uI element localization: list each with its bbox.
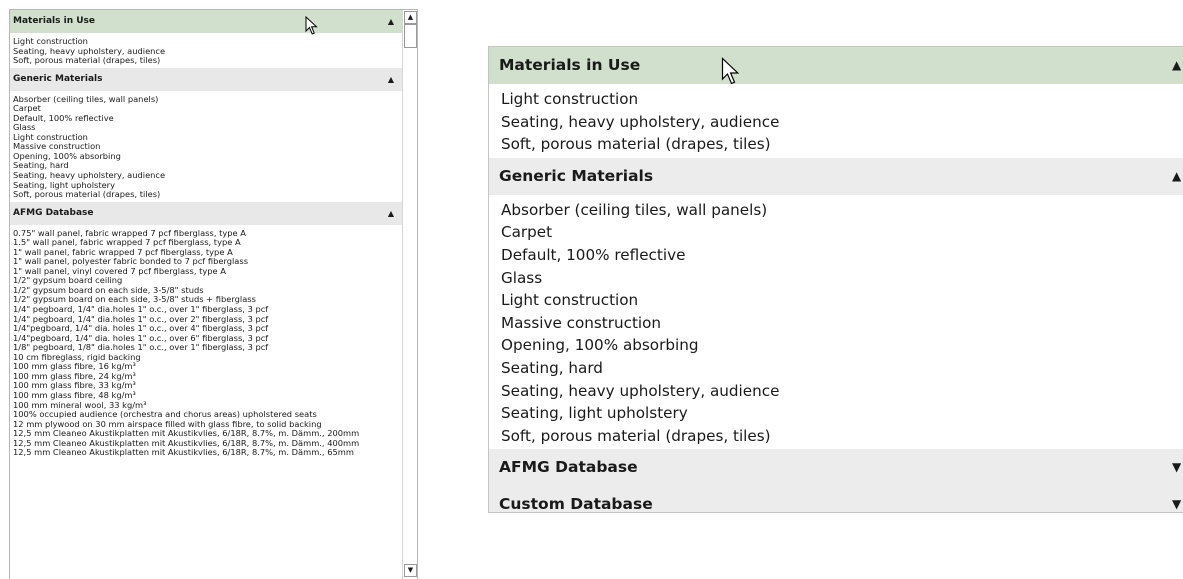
list-item[interactable]: Seating, heavy upholstery, audience	[501, 380, 1183, 403]
list-item[interactable]: Light construction	[501, 88, 1183, 111]
list-item[interactable]: Soft, porous material (drapes, tiles)	[13, 190, 402, 200]
list-item[interactable]: Seating, light upholstery	[501, 402, 1183, 425]
collapse-arrow-icon[interactable]: ▲	[388, 10, 394, 33]
list-item[interactable]: Absorber (ceiling tiles, wall panels)	[13, 94, 402, 105]
section-items-generic-materials: Absorber (ceiling tiles, wall panels) Ca…	[489, 195, 1183, 450]
list-item[interactable]: Seating, hard	[501, 357, 1183, 380]
section-items-generic-materials: Absorber (ceiling tiles, wall panels) Ca…	[10, 91, 402, 202]
list-item[interactable]: Soft, porous material (drapes, tiles)	[501, 425, 1183, 448]
expand-arrow-icon[interactable]: ▼	[1172, 449, 1181, 486]
mouse-pointer-icon	[721, 57, 740, 85]
section-title: Generic Materials	[499, 166, 654, 185]
list-item[interactable]: Default, 100% reflective	[501, 244, 1183, 267]
list-item[interactable]: Seating, heavy upholstery, audience	[501, 111, 1183, 134]
list-item[interactable]: Light construction	[501, 289, 1183, 312]
section-title: AFMG Database	[13, 207, 94, 218]
collapse-arrow-icon[interactable]: ▲	[388, 202, 394, 225]
list-item[interactable]: Glass	[501, 267, 1183, 290]
section-header-generic-materials[interactable]: Generic Materials ▲	[489, 157, 1183, 195]
list-item[interactable]: Default, 100% reflective	[13, 113, 402, 124]
scroll-up-button[interactable]: ▲	[404, 11, 417, 24]
collapse-arrow-icon[interactable]: ▲	[1172, 158, 1181, 195]
section-header-afmg-database[interactable]: AFMG Database ▼	[489, 449, 1183, 487]
section-items-afmg-database: 0.75" wall panel, fabric wrapped 7 pcf f…	[10, 225, 402, 460]
list-item[interactable]: Absorber (ceiling tiles, wall panels)	[501, 199, 1183, 222]
section-header-materials-in-use[interactable]: Materials in Use ▲	[10, 10, 402, 33]
section-title: Generic Materials	[13, 73, 103, 84]
material-browser-large: Materials in Use ▲ Light construction Se…	[488, 46, 1183, 513]
expand-arrow-icon[interactable]: ▼	[1172, 486, 1181, 512]
list-item[interactable]: Carpet	[501, 221, 1183, 244]
vertical-scrollbar[interactable]: ▲ ▼	[402, 10, 417, 579]
section-header-generic-materials[interactable]: Generic Materials ▲	[10, 67, 402, 91]
section-header-materials-in-use[interactable]: Materials in Use ▲	[489, 47, 1183, 84]
collapse-arrow-icon[interactable]: ▲	[1172, 47, 1181, 84]
list-item[interactable]: Opening, 100% absorbing	[501, 334, 1183, 357]
list-item[interactable]: Soft, porous material (drapes, tiles)	[13, 56, 402, 66]
section-title: Materials in Use	[499, 56, 641, 74]
list-item[interactable]: Massive construction	[501, 312, 1183, 335]
section-title: Materials in Use	[13, 16, 96, 26]
section-title: Custom Database	[499, 495, 653, 513]
list-item[interactable]: 12,5 mm Cleaneo Akustikplatten mit Akust…	[13, 448, 402, 458]
triangle-down-icon: ▼	[407, 566, 414, 574]
mouse-pointer-icon	[305, 16, 318, 35]
material-list-small: Materials in Use ▲ Light construction Se…	[10, 10, 402, 460]
collapse-arrow-icon[interactable]: ▲	[388, 68, 394, 91]
scrollbar-thumb[interactable]	[404, 24, 417, 48]
list-item[interactable]: Soft, porous material (drapes, tiles)	[501, 133, 1183, 156]
list-item[interactable]: Opening, 100% absorbing	[13, 151, 402, 162]
scroll-down-button[interactable]: ▼	[404, 564, 417, 577]
section-header-afmg-database[interactable]: AFMG Database ▲	[10, 201, 402, 225]
section-items-materials-in-use: Light construction Seating, heavy uphols…	[10, 33, 402, 68]
section-header-custom-database[interactable]: Custom Database ▼	[489, 486, 1183, 513]
triangle-up-icon: ▲	[407, 13, 414, 21]
section-title: AFMG Database	[499, 458, 638, 477]
material-browser-small: Materials in Use ▲ Light construction Se…	[9, 9, 418, 579]
section-items-materials-in-use: Light construction Seating, heavy uphols…	[489, 84, 1183, 158]
